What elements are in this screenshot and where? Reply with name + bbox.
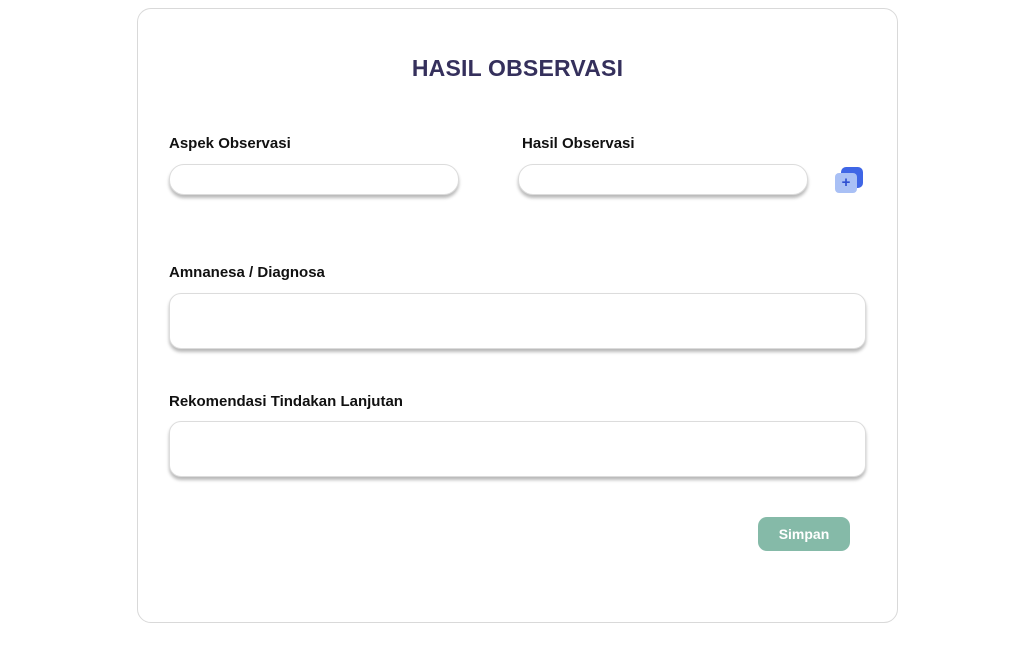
add-observation-button[interactable]: + — [835, 166, 865, 194]
save-button[interactable]: Simpan — [758, 517, 850, 551]
hasil-observasi-label: Hasil Observasi — [522, 135, 635, 152]
amnanesa-diagnosa-input[interactable] — [169, 293, 866, 349]
amnanesa-diagnosa-label: Amnanesa / Diagnosa — [169, 264, 325, 281]
rekomendasi-input[interactable] — [169, 421, 866, 477]
observation-form-card: HASIL OBSERVASI Aspek Observasi Hasil Ob… — [137, 8, 898, 623]
aspek-observasi-label: Aspek Observasi — [169, 135, 291, 152]
rekomendasi-label: Rekomendasi Tindakan Lanjutan — [169, 393, 403, 410]
add-files-icon: + — [835, 173, 857, 193]
aspek-observasi-input[interactable] — [169, 164, 459, 195]
hasil-observasi-input[interactable] — [518, 164, 808, 195]
form-title: HASIL OBSERVASI — [411, 55, 624, 81]
